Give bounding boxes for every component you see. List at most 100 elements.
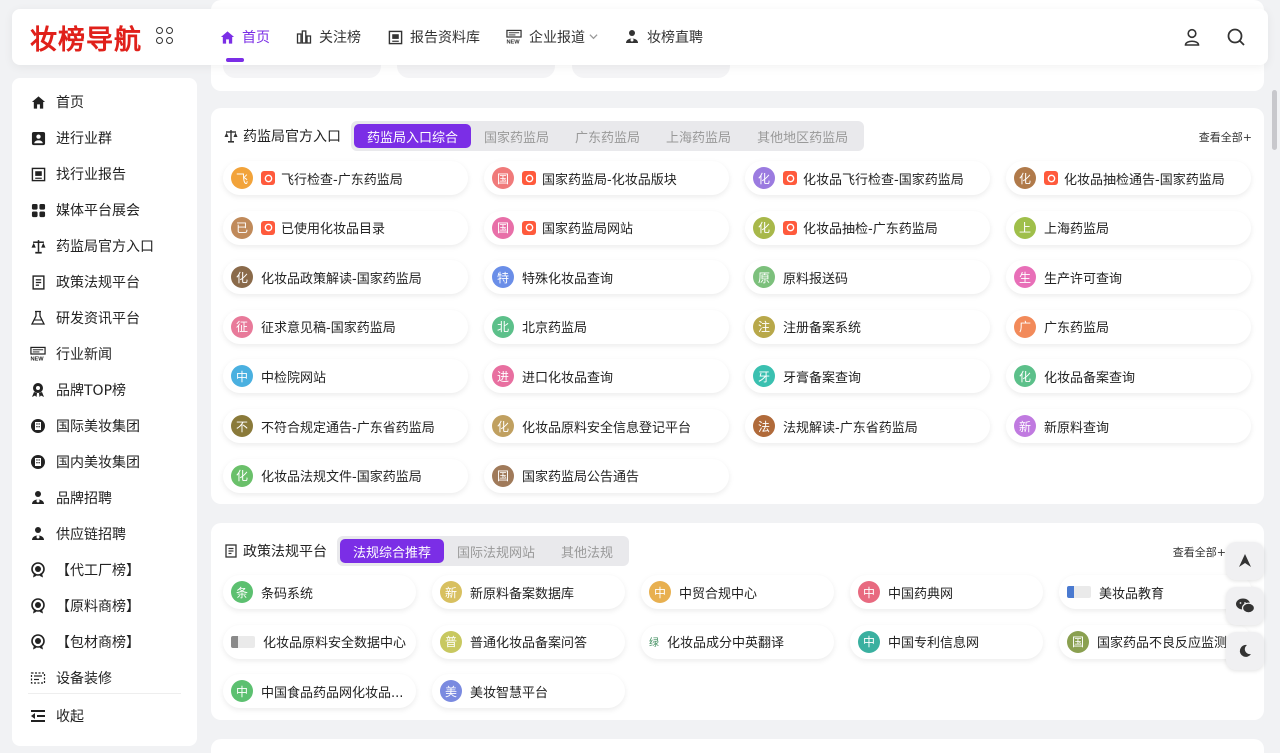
nav-item-3[interactable]: NEW 企业报道	[497, 9, 607, 65]
link-card-label: 中国专利信息网	[888, 636, 980, 651]
sidebar-item-label: 找行业报告	[56, 167, 126, 183]
sidebar-item-4[interactable]: 药监局官方入口	[12, 228, 197, 264]
sidebar-item-8[interactable]: 品牌TOP榜	[12, 372, 197, 408]
policy-view-all-link[interactable]: 查看全部+	[1173, 544, 1226, 560]
link-card[interactable]: 美妆品教育	[1059, 575, 1252, 609]
site-avatar-icon: 化	[1014, 365, 1036, 388]
link-card[interactable]: 化 化妆品抽检-广东药监局	[745, 210, 990, 245]
tab-3[interactable]: 上海药监局	[653, 124, 744, 148]
sidebar-item-6[interactable]: 研发资讯平台	[12, 300, 197, 336]
wechat-icon[interactable]	[1226, 587, 1264, 625]
link-card-label: 中贸合规中心	[679, 586, 758, 602]
link-card-label: 广东药监局	[1044, 321, 1110, 337]
link-card[interactable]: 化化妆品政策解读-国家药监局	[223, 260, 468, 295]
link-card[interactable]: 飞 飞行检查-广东药监局	[223, 161, 468, 195]
link-card-label: 北京药监局	[522, 321, 588, 337]
link-card[interactable]: 已 已使用化妆品目录	[223, 210, 468, 245]
official-badge-icon	[522, 220, 536, 235]
sidebar-item-12[interactable]: 供应链招聘	[12, 516, 197, 552]
link-card[interactable]: 中中国药典网	[850, 575, 1043, 609]
link-card[interactable]: 化化妆品法规文件-国家药监局	[223, 458, 468, 493]
link-card[interactable]: 征征求意见稿-国家药监局	[223, 309, 468, 344]
sidebar-item-14[interactable]: 【原料商榜】	[12, 588, 197, 624]
fda-view-all-link[interactable]: 查看全部+	[1199, 129, 1252, 145]
link-card[interactable]: 美美妆智慧平台	[432, 674, 625, 708]
nav-item-0[interactable]: 首页	[210, 9, 279, 65]
link-card[interactable]: 中中国专利信息网	[850, 624, 1043, 659]
home-icon	[219, 29, 235, 45]
link-card[interactable]: 中中检院网站	[223, 359, 468, 394]
link-card-label: 国家药品不良反应监测	[1097, 636, 1228, 651]
link-card[interactable]: 普普通化妆品备案问答	[432, 624, 625, 659]
link-card[interactable]: 进进口化妆品查询	[484, 359, 729, 394]
sidebar-collapse-button[interactable]: 收起	[12, 698, 84, 734]
sidebar-item-11[interactable]: 品牌招聘	[12, 480, 197, 516]
apps-grid-icon[interactable]	[156, 27, 176, 47]
sidebar-item-0[interactable]: 首页	[12, 84, 197, 120]
site-avatar-icon: 国	[492, 167, 514, 189]
sidebar-item-label: 【原料商榜】	[56, 599, 140, 615]
tab-1[interactable]: 国际法规网站	[444, 539, 548, 563]
dark-mode-moon-icon[interactable]	[1226, 632, 1264, 670]
tab-2[interactable]: 其他法规	[548, 539, 626, 563]
site-avatar-icon: 国	[492, 216, 514, 239]
sidebar-item-15[interactable]: 【包材商榜】	[12, 624, 197, 660]
site-avatar-icon: 征	[231, 315, 253, 338]
link-card-label: 进口化妆品查询	[522, 370, 614, 386]
tab-4[interactable]: 其他地区药监局	[744, 124, 861, 148]
link-card[interactable]: 国国家药监局公告通告	[484, 458, 729, 493]
link-card[interactable]: 中中国食品药品网化妆品...	[223, 674, 416, 708]
link-card[interactable]: 原原料报送码	[745, 260, 990, 295]
site-avatar-icon: 条	[231, 581, 253, 603]
sidebar-item-3[interactable]: 媒体平台展会	[12, 192, 197, 228]
nav-item-2[interactable]: 报告资料库	[378, 9, 489, 65]
sidebar-item-label: 品牌TOP榜	[56, 383, 127, 399]
nav-item-1[interactable]: 关注榜	[287, 9, 370, 65]
link-card[interactable]: 化化妆品备案查询	[1006, 359, 1251, 394]
medal-icon	[30, 634, 46, 650]
back-to-top-button[interactable]	[1226, 542, 1264, 580]
link-card[interactable]: 新新原料查询	[1006, 409, 1251, 443]
page-scrollbar[interactable]	[1272, 90, 1277, 150]
sidebar-item-16[interactable]: 设备装修	[12, 660, 197, 696]
sidebar-item-9[interactable]: 国际美妆集团	[12, 408, 197, 444]
report-icon	[387, 29, 403, 45]
sidebar-item-5[interactable]: 政策法规平台	[12, 264, 197, 300]
link-card[interactable]: 北北京药监局	[484, 309, 729, 344]
link-card[interactable]: 新新原料备案数据库	[432, 575, 625, 609]
link-card[interactable]: 国 国家药监局网站	[484, 210, 729, 245]
link-card[interactable]: 不不符合规定通告-广东省药监局	[223, 409, 468, 443]
link-card[interactable]: 条条码系统	[223, 575, 416, 609]
link-card[interactable]: 化 化妆品飞行检查-国家药监局	[745, 161, 990, 195]
link-card[interactable]: 上上海药监局	[1006, 210, 1251, 245]
sidebar-item-10[interactable]: 国内美妆集团	[12, 444, 197, 480]
link-card[interactable]: 国国家药品不良反应监测	[1059, 624, 1252, 659]
link-card[interactable]: 国 国家药监局-化妆品版块	[484, 161, 729, 195]
tab-2[interactable]: 广东药监局	[562, 124, 653, 148]
link-card[interactable]: 法法规解读-广东省药监局	[745, 409, 990, 443]
sidebar-item-2[interactable]: 找行业报告	[12, 156, 197, 192]
link-card[interactable]: 特特殊化妆品查询	[484, 260, 729, 295]
user-icon[interactable]	[1182, 27, 1202, 47]
site-avatar-icon: 原	[753, 266, 775, 289]
site-logo[interactable]: 妆榜导航	[30, 18, 142, 57]
search-icon[interactable]	[1226, 27, 1246, 47]
link-card[interactable]: 中中贸合规中心	[641, 575, 834, 609]
link-card[interactable]: 化 化妆品抽检通告-国家药监局	[1006, 161, 1251, 195]
link-card[interactable]: 化化妆品原料安全信息登记平台	[484, 409, 729, 443]
link-card[interactable]: 生生产许可查询	[1006, 260, 1251, 295]
nav-item-4[interactable]: 妆榜直聘	[615, 9, 712, 65]
sidebar-item-1[interactable]: 进行业群	[12, 120, 197, 156]
sidebar-item-7[interactable]: NEW 行业新闻	[12, 336, 197, 372]
tab-0[interactable]: 法规综合推荐	[340, 539, 445, 563]
link-card-label: 化妆品飞行检查-国家药监局	[803, 172, 964, 188]
scale-icon	[30, 238, 46, 254]
tab-0[interactable]: 药监局入口综合	[354, 124, 472, 148]
tab-1[interactable]: 国家药监局	[471, 124, 562, 148]
link-card[interactable]: 绿化妆品成分中英翻译	[641, 624, 834, 659]
sidebar-item-13[interactable]: 【代工厂榜】	[12, 552, 197, 588]
link-card[interactable]: 广广东药监局	[1006, 309, 1251, 344]
link-card[interactable]: 牙牙膏备案查询	[745, 359, 990, 394]
link-card[interactable]: 注注册备案系统	[745, 309, 990, 344]
link-card[interactable]: 化妆品原料安全数据中心	[223, 624, 416, 659]
